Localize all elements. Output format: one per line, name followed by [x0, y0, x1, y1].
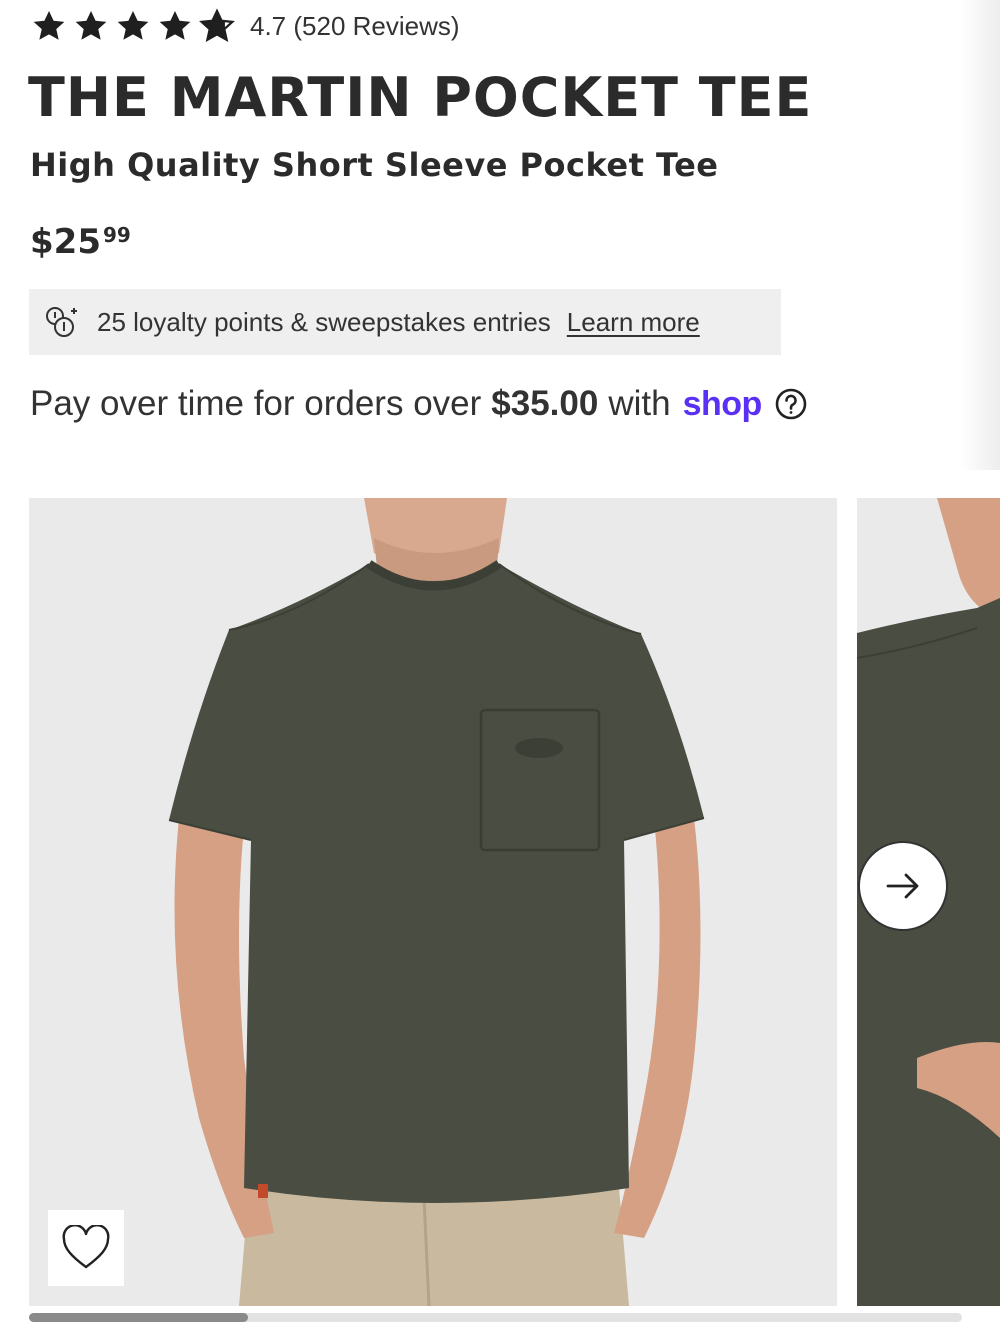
rating-row[interactable]: 4.7 (520 Reviews): [30, 6, 460, 46]
star-icon: [114, 7, 152, 45]
learn-more-link[interactable]: Learn more: [567, 307, 700, 338]
arrow-right-icon: [886, 873, 919, 899]
installments-amount: $35.00: [491, 384, 599, 423]
product-image-front[interactable]: [29, 498, 837, 1306]
star-rating: [30, 7, 236, 45]
wishlist-button[interactable]: [48, 1210, 124, 1286]
shop-pay-logo: shop: [682, 384, 763, 423]
star-icon: [156, 7, 194, 45]
loyalty-coins-icon: [41, 302, 81, 342]
installments-banner: Pay over time for orders over $35.00 wit…: [30, 384, 808, 424]
gallery-scroll-thumb[interactable]: [29, 1313, 248, 1322]
question-circle-icon[interactable]: [774, 387, 808, 421]
installments-suffix: with: [608, 384, 671, 423]
rating-summary[interactable]: 4.7 (520 Reviews): [250, 11, 460, 42]
product-page: 4.7 (520 Reviews) THE MARTIN POCKET TEE …: [0, 0, 1000, 1333]
gallery-scrollbar[interactable]: [29, 1313, 962, 1322]
installments-prefix: Pay over time for orders over: [30, 384, 482, 423]
star-partial-icon: [198, 7, 236, 45]
product-price: $25 99: [30, 222, 131, 262]
star-icon: [72, 7, 110, 45]
loyalty-banner: 25 loyalty points & sweepstakes entries …: [29, 289, 781, 355]
price-dollars: $25: [30, 222, 101, 262]
product-subtitle: High Quality Short Sleeve Pocket Tee: [30, 146, 719, 184]
product-title: THE MARTIN POCKET TEE: [28, 66, 813, 129]
heart-outline-icon: [62, 1225, 110, 1269]
product-gallery[interactable]: [0, 498, 1000, 1306]
right-edge-shade: [960, 0, 1000, 470]
loyalty-text: 25 loyalty points & sweepstakes entries: [97, 306, 551, 337]
star-icon: [30, 7, 68, 45]
price-cents: 99: [102, 223, 131, 247]
next-image-button[interactable]: [858, 841, 948, 931]
